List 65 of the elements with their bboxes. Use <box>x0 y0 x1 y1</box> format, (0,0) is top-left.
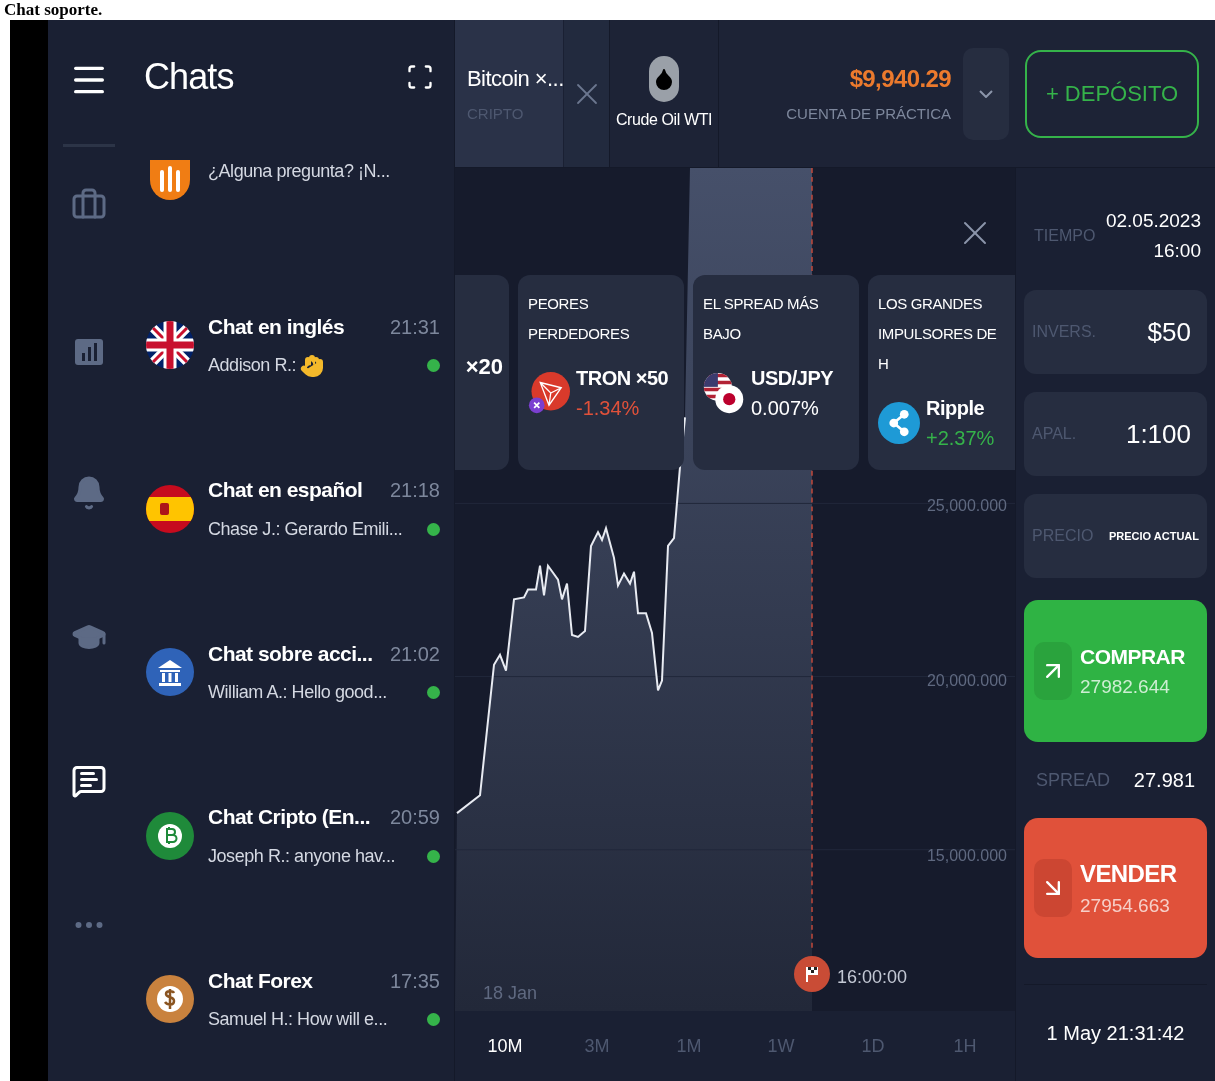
clock: 1 May 21:31:42 <box>1046 1021 1185 1046</box>
chat-item[interactable]: ¿Alguna pregunta? ¡N... <box>130 147 454 264</box>
field-label: TIEMPO <box>1033 226 1096 246</box>
chat-preview: Joseph R.: anyone hav... <box>208 844 395 868</box>
uk-flag-icon <box>146 321 194 370</box>
chat-icon[interactable] <box>71 763 107 799</box>
chat-name: Chat sobre acci... <box>208 640 373 667</box>
chat-preview: ¿Alguna pregunta? ¡N... <box>208 159 390 183</box>
asset-card[interactable]: ×20 <box>455 275 509 470</box>
chat-time: 21:02 <box>389 641 440 667</box>
y-axis-label: 20,000.000 <box>926 671 1007 691</box>
caption: Chat soporte. <box>3 0 104 20</box>
chat-item[interactable]: Chat en inglés 21:31 Addison R.: <box>130 263 454 427</box>
field-label: SPREAD <box>1036 768 1111 792</box>
chat-preview: William A.: Hello good... <box>208 681 387 705</box>
spread-value: 27.981 <box>1133 768 1195 793</box>
account-type: CUENTA DE PRÁCTICA <box>786 104 951 125</box>
chat-name: Chat Forex <box>208 968 313 994</box>
asset-card[interactable]: EL SPREAD MÁS BAJO USD/JPY 0.007% <box>693 275 859 470</box>
chevron-down-icon <box>979 89 993 98</box>
balance: $9,940.29 <box>849 64 951 95</box>
asset-tab[interactable]: Crude Oil WTI <box>609 20 719 167</box>
spain-flag-icon <box>146 484 194 533</box>
chat-item[interactable]: Chat en español 21:18 Chase J.: Gerardo Emili... <box>130 426 454 591</box>
y-axis-label: 25,000.000 <box>926 496 1007 516</box>
asset-change: 0.007% <box>751 396 820 421</box>
oil-drop-icon <box>649 55 679 102</box>
chat-time: 17:35 <box>389 969 440 994</box>
panel-title: Chats <box>144 54 234 99</box>
asset-change: +2.37% <box>926 426 995 451</box>
deposit-button[interactable]: + DEPÓSITO <box>1025 49 1199 138</box>
chat-time: 21:18 <box>389 478 440 504</box>
asset-card[interactable]: PEORES PERDEDORES TRON ×50 -1.34% <box>518 275 684 470</box>
asset-name: TRON ×50 <box>576 366 669 391</box>
card-title: PEORES PERDEDORES <box>528 294 631 344</box>
y-axis-label: 15,000.000 <box>926 846 1007 866</box>
bell-icon[interactable] <box>71 475 107 511</box>
chat-preview: Samuel H.: How will e... <box>208 1008 388 1032</box>
expiry-time: 16:00:00 <box>837 966 908 989</box>
chat-item[interactable]: Chat sobre acci... 21:02 William A.: Hello good... <box>130 590 454 754</box>
currency-flags-icon <box>703 372 745 414</box>
chat-item[interactable]: Chat Forex 17:35 Samuel H.: How will e... <box>130 917 454 1081</box>
asset-name: Ripple <box>926 396 986 421</box>
flag-marker-icon <box>794 956 830 992</box>
card-title: EL SPREAD MÁS BAJO <box>703 294 820 344</box>
card-title: LOS GRANDES IMPULSORES DE H <box>878 294 998 374</box>
chat-time: 20:59 <box>389 805 440 831</box>
chat-name: Chat Cripto (En... <box>208 804 371 831</box>
expand-icon[interactable] <box>406 62 434 91</box>
expiry-field[interactable]: 02.05.2023 16:00 <box>1105 206 1207 266</box>
chat-name: Chat en español <box>208 477 363 504</box>
asset-change: -1.34% <box>576 396 641 421</box>
asset-name: USD/JPY <box>751 366 834 391</box>
timeframe-tab[interactable]: 10M <box>487 1032 523 1060</box>
bank-icon <box>146 648 194 697</box>
x-axis-label: 18 Jan <box>483 982 538 1005</box>
chat-preview: Chase J.: Gerardo Emili... <box>208 517 403 541</box>
chat-name: Chat en inglés <box>208 313 345 340</box>
chat-time: 21:31 <box>389 314 440 340</box>
bitcoin-icon <box>146 811 194 860</box>
chat-preview: Addison R.: <box>208 354 297 378</box>
sell-button[interactable]: VENDER 27954.663 <box>1024 818 1207 958</box>
dollar-coin-icon <box>146 975 194 1024</box>
chat-item[interactable]: Chat Cripto (En... 20:59 Joseph R.: anyone hav... <box>130 753 454 918</box>
asset-card[interactable]: LOS GRANDES IMPULSORES DE H Ripple +2.37% <box>868 275 1015 470</box>
